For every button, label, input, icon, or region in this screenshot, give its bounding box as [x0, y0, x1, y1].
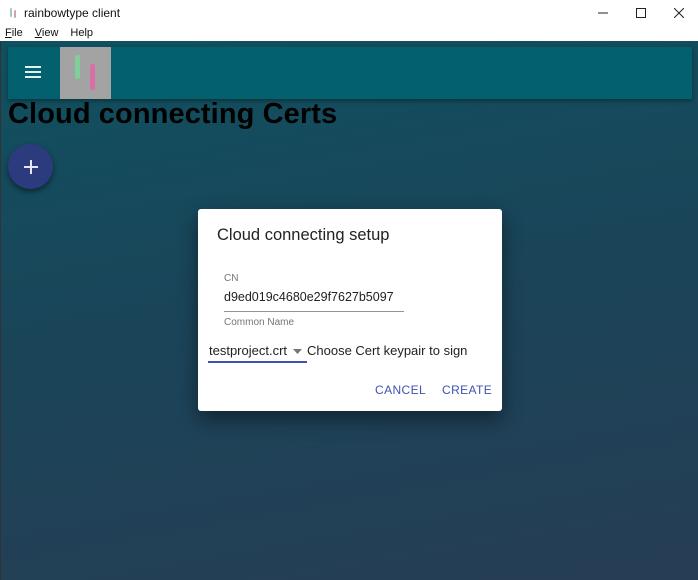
keypair-select[interactable]: testproject.crt	[208, 342, 307, 363]
cn-input[interactable]: d9ed019c4680e29f7627b5097	[224, 290, 402, 304]
hamburger-menu-icon[interactable]	[25, 66, 41, 79]
close-icon[interactable]	[660, 0, 698, 25]
menu-file[interactable]: File	[0, 25, 29, 41]
cancel-button[interactable]: CANCEL	[375, 383, 426, 397]
keypair-hint: Choose Cert keypair to sign	[307, 343, 468, 358]
cn-input-underline	[224, 311, 404, 312]
app-content: Cloud connecting Certs Cloud connecting …	[0, 41, 698, 580]
add-cert-button[interactable]	[8, 144, 53, 189]
maximize-icon[interactable]	[622, 0, 660, 25]
page-title: Cloud connecting Certs	[8, 98, 338, 130]
minimize-icon[interactable]	[584, 0, 622, 25]
app-icon	[8, 7, 18, 19]
menu-view[interactable]: View	[29, 25, 65, 41]
window-titlebar: rainbowtype client	[0, 0, 698, 25]
app-bar	[8, 47, 692, 99]
create-button[interactable]: CREATE	[442, 383, 492, 397]
dropdown-arrow-icon	[293, 349, 302, 354]
cn-field-label: CN	[224, 273, 239, 284]
window-controls	[584, 0, 698, 25]
window-title: rainbowtype client	[24, 5, 121, 20]
plus-icon	[23, 159, 38, 174]
app-logo	[60, 47, 111, 99]
dialog-title: Cloud connecting setup	[217, 226, 390, 244]
setup-dialog: Cloud connecting setup CN d9ed019c4680e2…	[198, 209, 502, 411]
cn-helper-text: Common Name	[224, 317, 295, 328]
keypair-select-value: testproject.crt	[209, 343, 288, 358]
menu-bar: File View Help	[0, 25, 698, 41]
menu-help[interactable]: Help	[64, 25, 99, 41]
